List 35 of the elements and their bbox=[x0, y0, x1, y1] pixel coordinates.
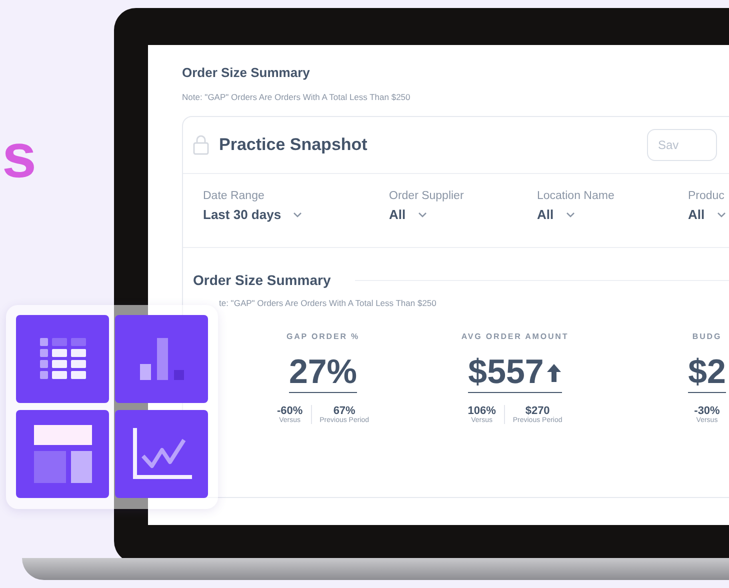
filter-dropdown[interactable]: All bbox=[688, 207, 726, 222]
previous-value: $270 bbox=[525, 405, 550, 418]
metric-value[interactable]: 27% bbox=[288, 353, 358, 394]
filter-dropdown[interactable]: All bbox=[389, 207, 427, 222]
change-value: 106% bbox=[468, 405, 496, 418]
bar-chart-icon bbox=[140, 338, 184, 380]
page-title: Order Size Summary bbox=[182, 65, 311, 80]
section-title: Order Size Summary bbox=[193, 272, 331, 288]
metric-value[interactable]: $557 bbox=[468, 353, 562, 394]
lock-icon bbox=[193, 135, 209, 155]
heading-fragment: s bbox=[2, 126, 36, 188]
filter-label: Location Name bbox=[537, 190, 614, 202]
chevron-down-icon bbox=[566, 212, 575, 218]
metric-label: BUDG bbox=[692, 332, 722, 341]
change-value: -60% bbox=[276, 405, 303, 418]
filter-label: Order Supplier bbox=[389, 190, 464, 202]
page-note: Note: "GAP" Orders Are Orders With A Total Less Than $250 bbox=[182, 92, 412, 102]
chevron-down-icon bbox=[716, 212, 726, 218]
up-arrow-icon bbox=[546, 362, 562, 384]
filter-dropdown[interactable]: Last 30 days bbox=[203, 207, 302, 222]
card-title: Practice Snapshot bbox=[219, 135, 368, 155]
filter-dropdown[interactable]: All bbox=[537, 207, 575, 222]
metric-value[interactable]: $2 bbox=[688, 353, 726, 394]
metric-label: GAP ORDER % bbox=[286, 332, 360, 341]
chevron-down-icon bbox=[293, 212, 302, 218]
layout-icon bbox=[34, 425, 92, 483]
section-note: te: "GAP" Orders Are Orders With A Total Less Than $250 bbox=[219, 298, 438, 308]
line-chart-icon bbox=[132, 428, 192, 480]
change-value: -30% bbox=[694, 405, 720, 418]
previous-value: 67% bbox=[333, 405, 356, 418]
table-icon bbox=[40, 338, 86, 380]
chevron-down-icon bbox=[418, 212, 427, 218]
metric-label: AVG ORDER AMOUNT bbox=[461, 332, 569, 341]
filter-label: Produc bbox=[688, 190, 724, 202]
filter-label: Date Range bbox=[203, 190, 264, 202]
